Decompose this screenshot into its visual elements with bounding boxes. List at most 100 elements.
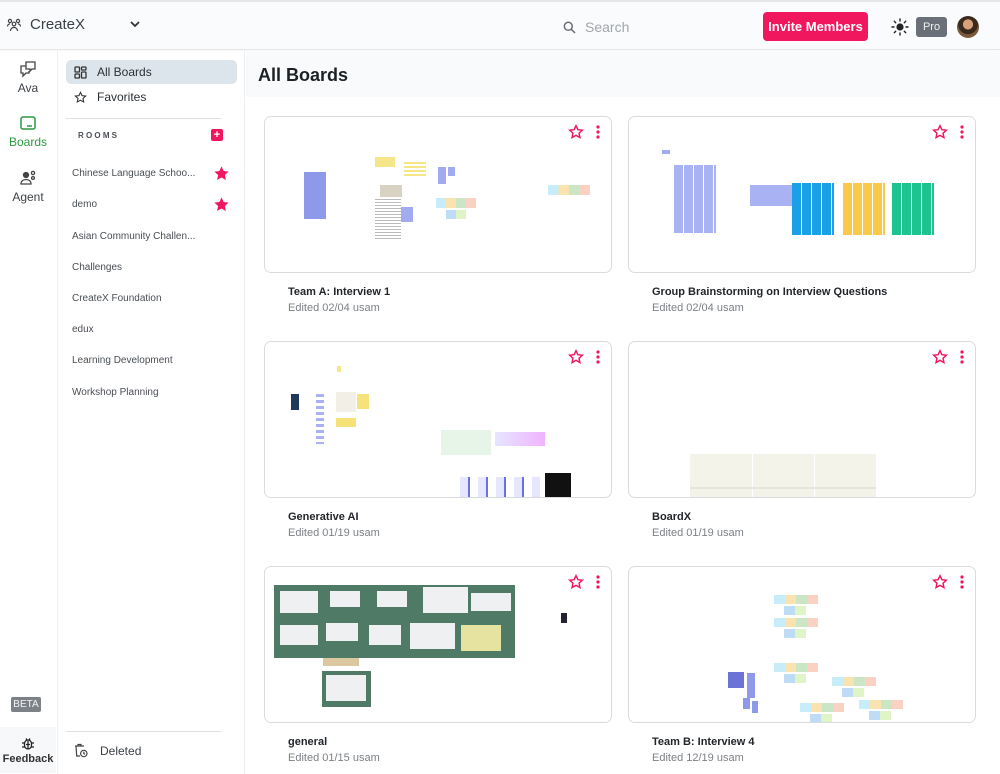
board-thumbnail[interactable] xyxy=(264,116,612,273)
thumb-shape xyxy=(784,606,806,615)
room-label: Challenges xyxy=(72,261,123,273)
favorite-star-icon[interactable] xyxy=(568,349,584,365)
room-item[interactable]: Chinese Language Schoo... xyxy=(72,163,230,183)
rail-item-ava[interactable]: Ava xyxy=(0,60,56,95)
board-edited: Edited 12/19 usam xyxy=(652,752,744,764)
room-item[interactable]: Challenges xyxy=(72,257,230,277)
team-icon xyxy=(6,18,22,31)
bug-icon xyxy=(22,737,34,750)
board-thumbnail[interactable] xyxy=(264,566,612,723)
board-title[interactable]: Team B: Interview 4 xyxy=(652,736,755,748)
star-filled-icon[interactable] xyxy=(213,196,230,213)
divider xyxy=(66,731,221,732)
app-rail: Ava Boards Agent BETA Feedback xyxy=(0,51,58,774)
search-box[interactable] xyxy=(563,16,743,38)
chevron-down-icon[interactable] xyxy=(128,17,142,31)
deleted-boards-link[interactable]: Deleted xyxy=(74,743,141,758)
board-title[interactable]: Group Brainstorming on Interview Questio… xyxy=(652,286,887,298)
board-title[interactable]: BoardX xyxy=(652,511,691,523)
thumb-shape xyxy=(747,673,755,698)
thumb-shape xyxy=(446,210,466,219)
thumb-shape xyxy=(448,167,455,176)
board-icon xyxy=(20,116,36,130)
thumb-shape xyxy=(326,675,366,701)
thumb-shape xyxy=(401,207,413,222)
org-switcher[interactable]: CreateX xyxy=(6,16,85,33)
board-thumbnail[interactable] xyxy=(628,116,976,273)
rail-label: Boards xyxy=(8,135,48,149)
thumb-shape xyxy=(460,477,540,497)
invite-members-button[interactable]: Invite Members xyxy=(763,12,868,41)
board-title[interactable]: Generative AI xyxy=(288,511,359,523)
more-vertical-icon[interactable] xyxy=(957,349,967,365)
beta-badge: BETA xyxy=(11,697,41,712)
thumb-shape xyxy=(423,587,468,613)
favorite-star-icon[interactable] xyxy=(932,349,948,365)
thumb-shape xyxy=(323,658,359,666)
thumb-shape xyxy=(357,394,369,409)
page-title: All Boards xyxy=(258,65,349,85)
board-title[interactable]: general xyxy=(288,736,327,748)
room-item[interactable]: Workshop Planning xyxy=(72,382,230,402)
room-label: Asian Community Challen... xyxy=(72,230,196,242)
thumb-shape xyxy=(843,183,885,235)
room-label: Workshop Planning xyxy=(72,386,159,398)
rail-item-boards[interactable]: Boards xyxy=(0,115,56,149)
board-thumbnail[interactable] xyxy=(628,566,976,723)
more-vertical-icon[interactable] xyxy=(593,349,603,365)
add-room-button[interactable]: + xyxy=(211,129,223,141)
thumb-shape xyxy=(337,366,341,372)
thumb-shape xyxy=(280,625,318,645)
thumb-shape xyxy=(750,185,792,206)
board-title[interactable]: Team A: Interview 1 xyxy=(288,286,390,298)
favorite-star-icon[interactable] xyxy=(568,574,584,590)
thumb-shape xyxy=(662,150,670,154)
feedback-button[interactable]: Feedback xyxy=(0,727,56,773)
search-input[interactable] xyxy=(585,19,725,35)
room-item[interactable]: Asian Community Challen... xyxy=(72,226,230,246)
thumb-shape xyxy=(369,625,401,645)
thumb-shape xyxy=(438,167,446,184)
room-item[interactable]: demo xyxy=(72,194,230,214)
room-label: edux xyxy=(72,323,94,335)
board-thumbnail[interactable] xyxy=(628,341,976,498)
room-item[interactable]: CreateX Foundation xyxy=(72,288,230,308)
star-filled-icon[interactable] xyxy=(213,165,230,182)
more-vertical-icon[interactable] xyxy=(957,574,967,590)
favorite-star-icon[interactable] xyxy=(568,124,584,140)
room-item[interactable]: Learning Development xyxy=(72,350,230,370)
thumb-shape xyxy=(728,672,744,688)
nav-label: Favorites xyxy=(97,90,147,104)
thumb-shape xyxy=(404,162,426,178)
thumb-shape xyxy=(869,711,891,720)
sun-icon[interactable] xyxy=(891,18,909,36)
board-edited: Edited 01/19 usam xyxy=(288,527,380,539)
thumb-shape xyxy=(800,703,844,712)
more-vertical-icon[interactable] xyxy=(957,124,967,140)
nav-favorites[interactable]: Favorites xyxy=(66,85,237,109)
rail-label: Ava xyxy=(17,81,39,95)
thumb-shape xyxy=(336,418,356,427)
thumb-shape xyxy=(316,394,324,444)
user-avatar[interactable] xyxy=(957,16,979,38)
more-vertical-icon[interactable] xyxy=(593,574,603,590)
board-edited: Edited 01/19 usam xyxy=(652,527,744,539)
thumb-shape xyxy=(752,701,758,713)
thumb-shape xyxy=(461,625,501,651)
thumb-shape xyxy=(471,593,511,611)
favorite-star-icon[interactable] xyxy=(932,124,948,140)
board-thumbnail[interactable] xyxy=(264,341,612,498)
thumb-shape xyxy=(774,663,818,672)
thumb-shape xyxy=(326,623,358,641)
favorite-star-icon[interactable] xyxy=(932,574,948,590)
thumb-shape xyxy=(377,591,407,607)
thumb-shape xyxy=(548,185,590,195)
rail-item-agent[interactable]: Agent xyxy=(0,169,56,204)
room-item[interactable]: edux xyxy=(72,319,230,339)
more-vertical-icon[interactable] xyxy=(593,124,603,140)
nav-label: All Boards xyxy=(97,65,152,79)
org-name: CreateX xyxy=(30,16,86,33)
thumb-shape xyxy=(892,183,934,235)
thumb-shape xyxy=(280,591,318,613)
nav-all-boards[interactable]: All Boards xyxy=(66,60,237,84)
